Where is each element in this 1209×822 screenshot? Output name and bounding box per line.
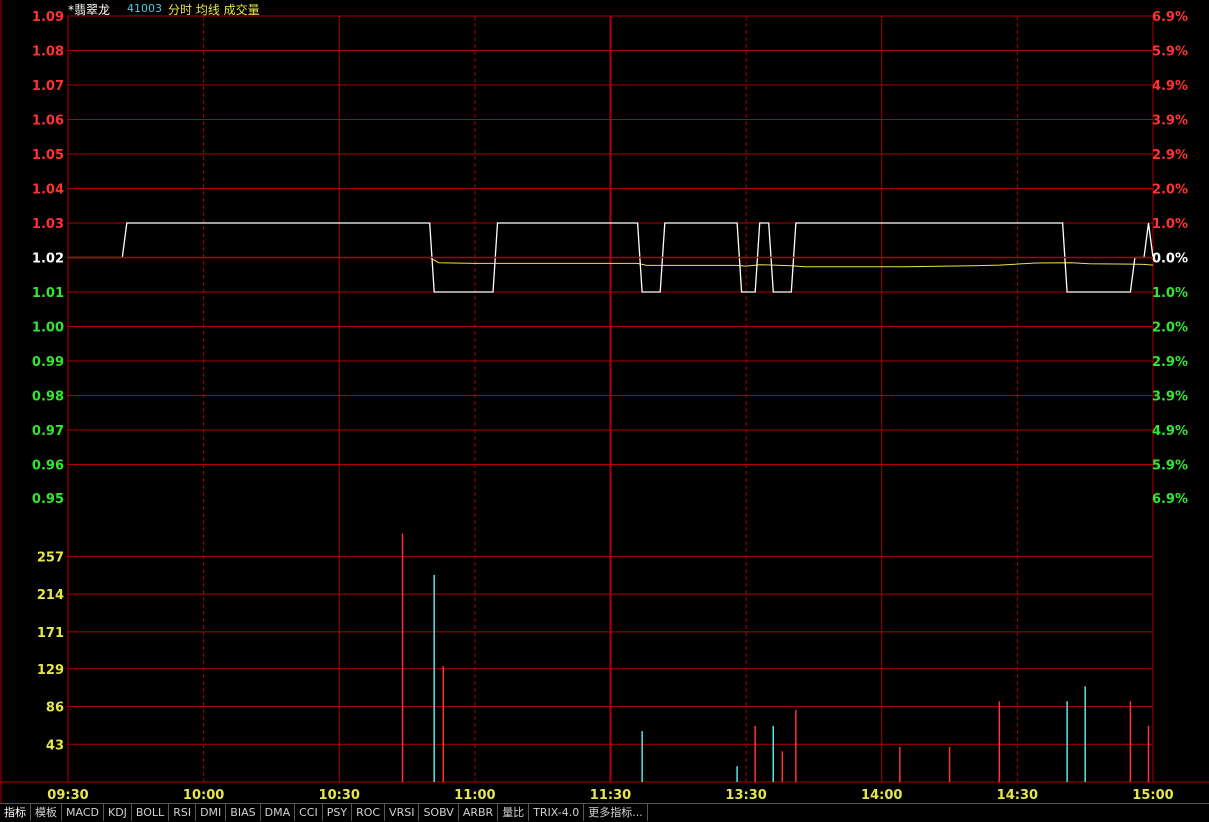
pct-tick-label: 2.0% [1152, 321, 1188, 336]
pct-tick-label: 6.9% [1152, 10, 1188, 25]
tab-12[interactable]: VRSI [385, 804, 420, 821]
pct-tick-label: 2.9% [1152, 148, 1188, 163]
pct-tick-label: 4.9% [1152, 79, 1188, 94]
pct-tick-label: 5.9% [1152, 459, 1188, 474]
price-tick-label: 1.07 [32, 79, 64, 94]
stock-name: *翡翠龙 [68, 3, 111, 17]
tab-1[interactable]: 模板 [31, 804, 62, 821]
time-tick-label: 10:00 [183, 788, 224, 803]
price-tick-label: 1.04 [32, 183, 64, 198]
time-tick-label: 14:00 [861, 788, 902, 803]
pct-tick-label: 1.0% [1152, 286, 1188, 301]
tab-2[interactable]: MACD [62, 804, 104, 821]
volume-tick-label: 43 [46, 738, 64, 753]
tab-15[interactable]: 量比 [498, 804, 530, 821]
tab-10[interactable]: PSY [323, 804, 353, 821]
pct-tick-label: 0.0% [1152, 252, 1188, 267]
price-tick-label: 1.08 [32, 45, 64, 60]
volume-tick-label: 86 [46, 701, 64, 716]
pct-tick-label: 3.9% [1152, 114, 1188, 129]
time-tick-label: 11:30 [590, 788, 631, 803]
tab-8[interactable]: DMA [261, 804, 296, 821]
time-tick-label: 09:30 [47, 788, 88, 803]
tab-5[interactable]: RSI [169, 804, 197, 821]
price-tick-label: 1.05 [32, 148, 64, 163]
indicator-tab-bar: 指标 模板 MACD KDJ BOLL RSI DMI BIAS DMA CCI PSY ROC VRS… [0, 803, 1209, 822]
tab-13[interactable]: SOBV [419, 804, 459, 821]
price-tick-label: 1.03 [32, 217, 64, 232]
tab-3[interactable]: KDJ [104, 804, 132, 821]
price-tick-label: 1.00 [32, 321, 64, 336]
price-tick-label: 1.02 [32, 252, 64, 267]
pct-tick-label: 1.0% [1152, 217, 1188, 232]
volume-tick-label: 214 [37, 588, 64, 603]
price-tick-label: 0.95 [32, 492, 64, 507]
pct-tick-label: 2.9% [1152, 355, 1188, 370]
tab-17[interactable]: 更多指标... [584, 804, 648, 821]
price-tick-label: 1.06 [32, 114, 64, 129]
tab-9[interactable]: CCI [295, 804, 323, 821]
price-tick-label: 1.01 [32, 286, 64, 301]
time-tick-label: 15:00 [1132, 788, 1173, 803]
volume-tick-label: 171 [37, 626, 64, 641]
price-tick-label: 0.97 [32, 424, 64, 439]
tab-4[interactable]: BOLL [132, 804, 170, 821]
tab-16[interactable]: TRIX-4.0 [529, 804, 585, 821]
time-tick-label: 10:30 [319, 788, 360, 803]
volume-tick-label: 129 [37, 663, 64, 678]
time-tick-label: 11:00 [454, 788, 495, 803]
volume-tick-label: 257 [37, 550, 64, 565]
pct-tick-label: 4.9% [1152, 424, 1188, 439]
pct-tick-label: 5.9% [1152, 45, 1188, 60]
tab-0[interactable]: 指标 [0, 804, 31, 821]
price-tick-label: 0.99 [32, 355, 64, 370]
time-tick-label: 14:30 [997, 788, 1038, 803]
tab-11[interactable]: ROC [352, 804, 386, 821]
stock-code: 41003 [127, 2, 162, 15]
pct-tick-label: 6.9% [1152, 492, 1188, 507]
indicator-labels: 分时 均线 成交量 [168, 3, 260, 17]
price-tick-label: 0.98 [32, 390, 64, 405]
intraday-chart[interactable]: 1.09 6.9% 1.08 5.9% 1.07 4.9% 1.06 3.9% 1.05 2.9%… [0, 0, 1209, 803]
time-tick-label: 13:30 [725, 788, 766, 803]
tab-6[interactable]: DMI [196, 804, 227, 821]
price-tick-label: 1.09 [32, 10, 64, 25]
pct-tick-label: 2.0% [1152, 183, 1188, 198]
tab-14[interactable]: ARBR [459, 804, 499, 821]
price-tick-label: 0.96 [32, 459, 64, 474]
pct-tick-label: 3.9% [1152, 390, 1188, 405]
tab-7[interactable]: BIAS [226, 804, 261, 821]
